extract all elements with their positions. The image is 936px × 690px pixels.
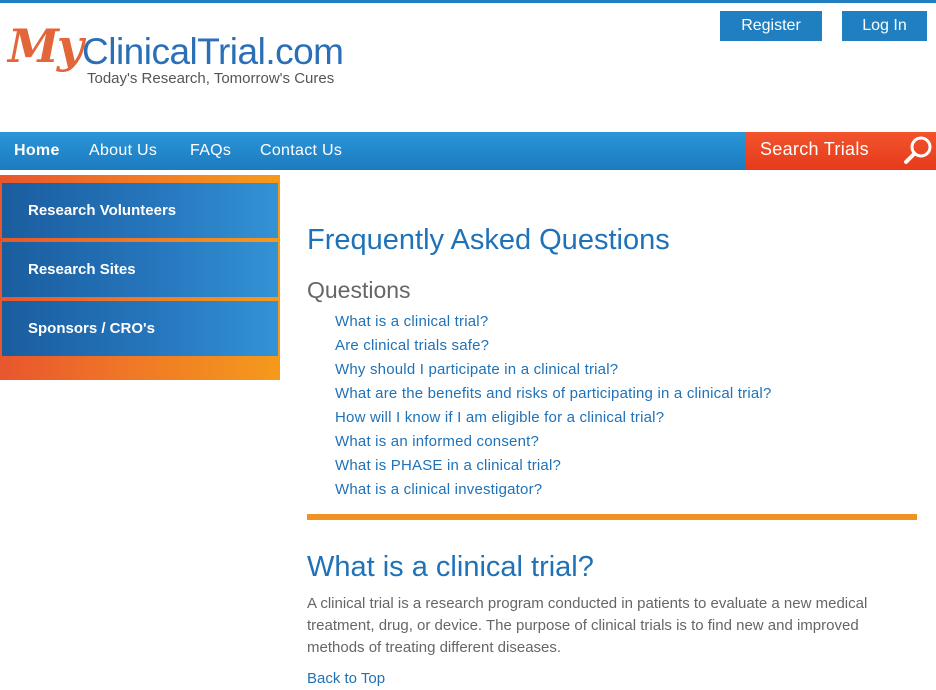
- nav-contact-us[interactable]: Contact Us: [260, 132, 342, 170]
- list-item: What is an informed consent?: [335, 430, 772, 454]
- search-trials-label: Search Trials: [760, 139, 869, 159]
- sidebar-item-research-volunteers[interactable]: Research Volunteers: [2, 183, 278, 238]
- sidebar-item-sponsors-cros[interactable]: Sponsors / CRO's: [2, 301, 278, 356]
- list-item: What is a clinical trial?: [335, 310, 772, 334]
- top-rule: [0, 0, 936, 3]
- list-item: Why should I participate in a clinical t…: [335, 358, 772, 382]
- answer-body: A clinical trial is a research program c…: [307, 595, 868, 656]
- sidebar-item-research-sites[interactable]: Research Sites: [2, 242, 278, 297]
- list-item: Are clinical trials safe?: [335, 334, 772, 358]
- answer-title: What is a clinical trial?: [307, 551, 594, 583]
- question-link-clinical-trial[interactable]: What is a clinical trial?: [335, 313, 488, 330]
- list-item: How will I know if I am eligible for a c…: [335, 406, 772, 430]
- logo-name: ClinicalTrial.com: [82, 31, 344, 72]
- list-item: What is a clinical investigator?: [335, 478, 772, 502]
- section-divider: [307, 514, 917, 520]
- search-trials-button[interactable]: Search Trials: [746, 132, 936, 170]
- question-link-investigator[interactable]: What is a clinical investigator?: [335, 481, 542, 498]
- question-link-safe[interactable]: Are clinical trials safe?: [335, 337, 489, 354]
- question-link-benefits-risks[interactable]: What are the benefits and risks of parti…: [335, 385, 772, 402]
- nav-about-us[interactable]: About Us: [89, 132, 157, 170]
- logo-my: My: [8, 19, 84, 73]
- site-logo[interactable]: My ClinicalTrial.com Today's Research, T…: [8, 16, 368, 96]
- list-item: What is PHASE in a clinical trial?: [335, 454, 772, 478]
- list-item: What are the benefits and risks of parti…: [335, 382, 772, 406]
- nav-faqs[interactable]: FAQs: [190, 132, 231, 170]
- login-button[interactable]: Log In: [842, 11, 927, 41]
- question-link-phase[interactable]: What is PHASE in a clinical trial?: [335, 457, 561, 474]
- page-title: Frequently Asked Questions: [307, 224, 670, 256]
- sidebar: Research Volunteers Research Sites Spons…: [0, 175, 280, 380]
- question-link-participate[interactable]: Why should I participate in a clinical t…: [335, 361, 618, 378]
- register-button[interactable]: Register: [720, 11, 822, 41]
- nav-home[interactable]: Home: [14, 132, 60, 170]
- back-to-top-link[interactable]: Back to Top: [307, 668, 385, 690]
- logo-tagline: Today's Research, Tomorrow's Cures: [87, 70, 335, 87]
- questions-heading: Questions: [307, 277, 411, 303]
- question-list: What is a clinical trial? Are clinical t…: [335, 310, 772, 502]
- search-icon: [904, 136, 932, 164]
- question-link-informed-consent[interactable]: What is an informed consent?: [335, 433, 539, 450]
- question-link-eligible[interactable]: How will I know if I am eligible for a c…: [335, 409, 664, 426]
